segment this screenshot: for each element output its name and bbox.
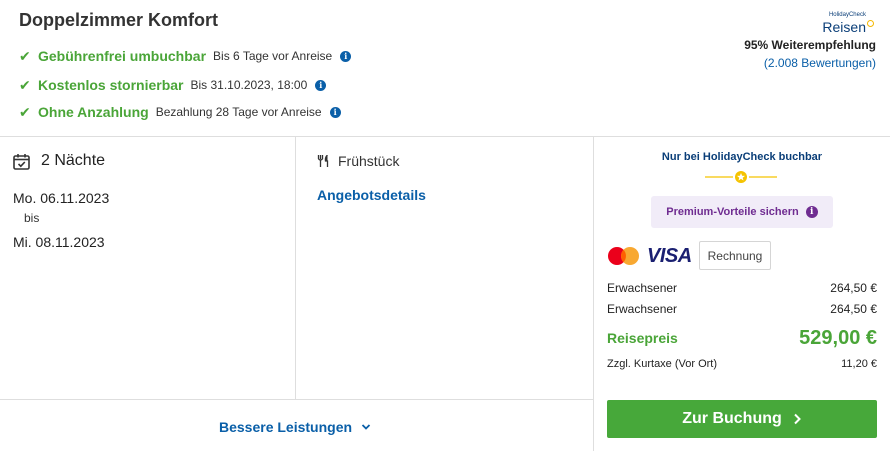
end-date: Mi. 08.11.2023 [13,234,105,250]
logo-small-text: HolidayCheck [828,12,866,18]
tax-value: 11,20 € [841,358,877,370]
chevron-right-icon [794,413,801,425]
price-row-value: 264,50 € [830,281,877,295]
board-info: Frühstück [317,153,399,169]
feature-no-deposit: ✔ Ohne Anzahlung Bezahlung 28 Tage vor A… [19,102,341,122]
total-price-label: Reisepreis [607,330,678,346]
visa-icon: VISA [647,245,692,267]
info-icon[interactable]: i [805,206,818,218]
check-icon: ✔ [19,103,31,120]
feature-name: Ohne Anzahlung [38,104,149,120]
chevron-down-icon [361,424,371,430]
nights-label: 2 Nächte [41,152,106,169]
recommendation-rate: 95% Weiterempfehlung [744,38,876,52]
feature-description: Bis 6 Tage vor Anreise [213,49,333,63]
start-date: Mo. 06.11.2023 [13,190,110,206]
nights-info: 2 Nächte [13,152,105,170]
info-icon[interactable]: i [315,79,327,91]
feature-cancellation: ✔ Kostenlos stornierbar Bis 31.10.2023, … [19,75,327,95]
price-row: Erwachsener 264,50 € [607,281,877,295]
book-button[interactable]: Zur Buchung [607,400,877,438]
check-icon: ✔ [19,47,31,64]
holidaycheck-reisen-logo: HolidayCheck Reisen [814,12,874,36]
reviews-link[interactable]: (2.008 Bewertungen) [764,56,876,70]
footer-divider [0,399,593,400]
total-price-row: Reisepreis 529,00 € [607,326,877,350]
calendar-icon [13,153,30,170]
offer-details-link[interactable]: Angebotsdetails [317,187,426,203]
feature-rebooking: ✔ Gebührenfrei umbuchbar Bis 6 Tage vor … [19,46,352,66]
mastercard-icon [608,247,639,265]
sun-icon [867,20,874,27]
feature-description: Bis 31.10.2023, 18:00 [190,78,308,92]
better-services-label: Bessere Leistungen [219,419,353,435]
board-label: Frühstück [338,153,400,169]
invoice-payment-badge: Rechnung [699,241,771,270]
logo-big-text: Reisen [822,19,866,35]
tax-row: Zzgl. Kurtaxe (Vor Ort) 11,20 € [607,358,877,370]
star-divider-icon [705,171,777,183]
premium-benefits-label: Premium-Vorteile sichern [666,206,799,218]
premium-benefits-button[interactable]: Premium-Vorteile sichern i [651,196,833,228]
info-icon[interactable]: i [329,106,341,118]
column-divider [295,137,296,399]
offer-card: Doppelzimmer Komfort ✔ Gebührenfrei umbu… [0,0,890,451]
feature-name: Gebührenfrei umbuchbar [38,48,207,64]
check-icon: ✔ [19,76,31,93]
header-divider [0,136,890,137]
info-icon[interactable]: i [340,50,352,62]
better-services-toggle[interactable]: Bessere Leistungen [219,419,371,435]
price-row-label: Erwachsener [607,281,678,295]
offer-title: Doppelzimmer Komfort [19,10,219,30]
panel-divider [593,137,594,451]
price-row-label: Erwachsener [607,302,678,316]
feature-name: Kostenlos stornierbar [38,77,184,93]
feature-description: Bezahlung 28 Tage vor Anreise [155,105,322,119]
tax-label: Zzgl. Kurtaxe (Vor Ort) [607,358,718,370]
cutlery-icon [317,155,329,167]
price-row: Erwachsener 264,50 € [607,302,877,316]
total-price-value: 529,00 € [799,326,877,349]
book-button-label: Zur Buchung [682,410,782,427]
price-row-value: 264,50 € [830,302,877,316]
date-separator: bis [24,211,40,225]
exclusive-label: Nur bei HolidayCheck buchbar [661,151,823,163]
